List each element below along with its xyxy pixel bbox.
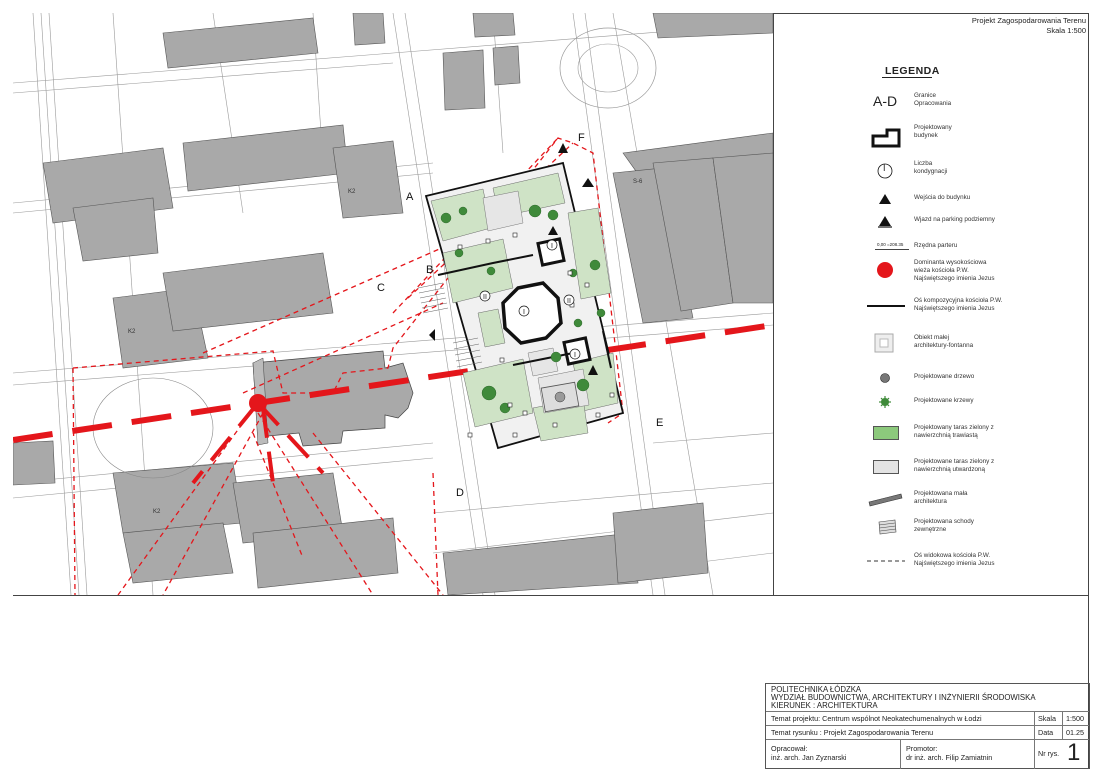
tb-date-value: 01.25 <box>1066 728 1084 737</box>
legend-text-dominant: Dominanta wysokościowa wieża kościoła P.… <box>914 259 995 282</box>
site-plan-map: A B C D E F I I I II II S-6 K2 K2 K2 <box>13 13 773 595</box>
tb-sheet-label: Nr rys. <box>1038 749 1060 758</box>
dominant-tower-marker <box>249 394 267 412</box>
legend-text-view-axis: Oś widokowa kościoła P.W. Najświętszego … <box>914 552 995 567</box>
legend-text-entrance: Wejścia do budynku <box>914 194 971 201</box>
tb-date-label: Data <box>1038 728 1054 737</box>
tb-course: KIERUNEK : ARCHITEKTURA <box>771 701 878 710</box>
tb-promoter-cell: Promotor: dr inż. arch. Filip Zamiatnin <box>900 740 1035 769</box>
paving-swatch <box>873 460 899 474</box>
stairs-icon <box>878 519 897 535</box>
legend-text-building: Projektowany budynek <box>914 124 952 139</box>
building-outline-icon <box>871 128 901 148</box>
sheet-header: Projekt Zagospodarowania Terenu Skala 1:… <box>972 16 1086 36</box>
legend-item-paved-terrace: Projektowane taras zielony z nawierzchni… <box>860 456 1090 486</box>
legend-title: LEGENDA <box>885 65 940 77</box>
tb-row-project: Temat projektu: Centrum wspólnot Neokate… <box>766 711 1089 726</box>
tb-row-authors: Opracował: inż. arch. Jan Zyznarski Prom… <box>766 739 1089 769</box>
legend-symbol-level: I <box>883 163 886 173</box>
level-label-1a: I <box>551 243 553 250</box>
frame-map-bottom <box>13 595 1088 596</box>
level-label-2a: II <box>483 294 487 301</box>
legend-text-parking: Wjazd na parking podziemny <box>914 216 995 223</box>
legend-text-shrub: Projektowane krzewy <box>914 397 974 404</box>
legend-text-levels: Liczba kondygnacji <box>914 160 948 175</box>
level-label-1c: I <box>574 352 576 359</box>
solid-line-icon <box>867 305 905 307</box>
legend-item-dominant: Dominanta wysokościowa wieża kościoła P.… <box>860 258 1090 288</box>
tb-sheet-cell: Nr rys. 1 <box>1034 740 1090 769</box>
legend-item-axis: Oś kompozycyjna kościoła P.W. Najświętsz… <box>860 295 1090 325</box>
legend-text-tree: Projektowane drzewo <box>914 373 975 380</box>
legend-item-stairs: Projektowana schody zewnętrzne <box>860 516 1090 546</box>
legend-item-grass-terrace: Projektowany taras zielony z nawierzchni… <box>860 422 1090 452</box>
map-label-s6: S-6 <box>633 179 643 185</box>
map-label-k2a: K2 <box>128 329 136 335</box>
legend-text-axis: Oś kompozycyjna kościoła P.W. Najświętsz… <box>914 297 1003 312</box>
tb-project-topic: Temat projektu: Centrum wspólnot Neokate… <box>771 714 982 723</box>
tb-scale-value: 1:500 <box>1066 714 1084 723</box>
legend-title-underline <box>882 77 932 78</box>
legend-text-stairs: Projektowana schody zewnętrzne <box>914 518 974 533</box>
header-scale: Skala 1:500 <box>1046 26 1086 35</box>
frame-map-right <box>773 13 774 595</box>
octagon-building <box>501 281 563 345</box>
legend-item-levels: I Liczba kondygnacji <box>860 157 1090 187</box>
tb-date-value-cell: 01.25 <box>1062 726 1090 740</box>
legend-item-boundary: A-D Granice Opracowania <box>860 90 1090 120</box>
title-block: POLITECHNIKA ŁÓDZKA WYDZIAŁ BUDOWNICTWA,… <box>765 683 1090 769</box>
tb-sheet-number: 1 <box>1067 739 1081 766</box>
tb-drawing-topic: Temat rysunku : Projekt Zagospodarowania… <box>771 728 934 737</box>
legend-item-view-axis: Oś widokowa kościoła P.W. Najświętszego … <box>860 550 1090 580</box>
tb-date-cell: Data <box>1034 726 1063 740</box>
legend-item-shrub: Projektowane krzewy <box>860 392 1090 422</box>
legend-text-fountain: Obiekt małej architektury-fontanna <box>914 334 974 349</box>
drawing-sheet: Projekt Zagospodarowania Terenu Skala 1:… <box>0 0 1100 778</box>
small-architecture-icon <box>868 493 903 507</box>
header-title: Projekt Zagospodarowania Terenu <box>971 16 1086 25</box>
map-label-C: C <box>377 282 385 294</box>
map-label-E: E <box>656 417 663 429</box>
dashed-line-icon <box>867 560 905 562</box>
tb-row-drawing: Temat rysunku : Projekt Zagospodarowania… <box>766 725 1089 740</box>
legend-text-boundary: Granice Opracowania <box>914 92 952 107</box>
tb-scale-value-cell: 1:500 <box>1062 712 1090 726</box>
shrub-icon <box>879 396 891 408</box>
legend-item-small-architecture: Projektowana mała architektura <box>860 488 1090 518</box>
map-label-A: A <box>406 191 414 203</box>
tb-author: inż. arch. Jan Zyznarski <box>771 753 847 762</box>
legend-text-small-architecture: Projektowana mała architektura <box>914 490 968 505</box>
map-label-k2c: K2 <box>348 189 356 195</box>
map-label-k2b: K2 <box>153 509 161 515</box>
legend-text-grass-terrace: Projektowany taras zielony z nawierzchni… <box>914 424 994 439</box>
tb-promoter: dr inż. arch. Filip Zamiatnin <box>906 753 993 762</box>
legend-item-building: Projektowany budynek <box>860 122 1090 152</box>
legend-symbol-elevation: 0,00 =208.35 <box>877 242 904 247</box>
legend-text-ground-level: Rzędna parteru <box>914 242 958 249</box>
red-dot-icon <box>877 262 893 278</box>
tb-scale-cell: Skala <box>1034 712 1063 726</box>
legend-symbol-ad: A-D <box>873 93 898 109</box>
grass-swatch <box>873 426 899 440</box>
tb-scale-label: Skala <box>1038 714 1056 723</box>
map-label-D: D <box>456 487 464 499</box>
elevation-line-icon <box>875 249 909 250</box>
legend-item-fountain: Obiekt małej architektury-fontanna <box>860 330 1090 360</box>
legend-text-paved-terrace: Projektowane taras zielony z nawierzchni… <box>914 458 995 473</box>
map-label-B: B <box>426 264 433 276</box>
fountain-icon <box>874 333 894 353</box>
level-label-1b: I <box>523 309 525 316</box>
map-label-F: F <box>578 132 585 144</box>
level-label-2b: II <box>567 298 571 305</box>
